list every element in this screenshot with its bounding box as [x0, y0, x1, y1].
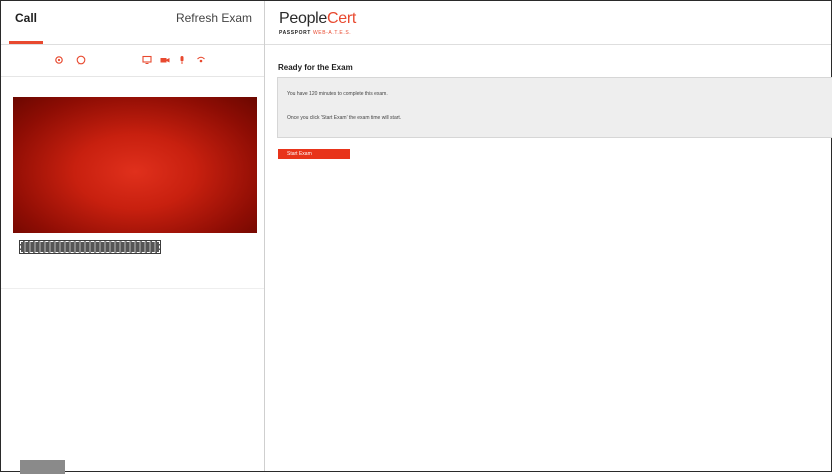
exam-info-box: You have 120 minutes to complete this ex… — [277, 77, 832, 138]
logo-part-cert: Cert — [327, 10, 357, 27]
tab-call[interactable]: Call — [15, 11, 37, 25]
logo-sub-webates: WEB-A.T.E.S. — [312, 30, 352, 36]
video-feed — [13, 97, 257, 233]
settings-icon[interactable] — [53, 54, 65, 66]
tab-refresh-exam[interactable]: Refresh Exam — [176, 11, 252, 25]
logo-sub-passport: PASSPORT — [279, 30, 311, 36]
camera-icon[interactable] — [159, 54, 171, 66]
microphone-icon[interactable] — [176, 54, 188, 66]
participant-name-tag — [19, 240, 161, 254]
exam-header: PeopleCert PASSPORT WEB-A.T.E.S. — [265, 1, 831, 45]
exam-title: Ready for the Exam — [278, 63, 353, 72]
call-tabs: Call Refresh Exam — [1, 1, 264, 45]
app-window: Call Refresh Exam PeopleCert PASSPORT WE… — [0, 0, 832, 474]
call-panel: Call Refresh Exam — [1, 1, 265, 474]
exam-start-notice: Once you click 'Start Exam' the exam tim… — [287, 115, 402, 121]
start-exam-button[interactable]: Start Exam — [278, 149, 350, 159]
peoplecert-logo: PeopleCert — [279, 10, 356, 28]
chat-icon[interactable] — [75, 54, 87, 66]
exam-duration-text: You have 120 minutes to complete this ex… — [287, 91, 388, 97]
call-toolbar — [1, 45, 264, 77]
exam-panel: PeopleCert PASSPORT WEB-A.T.E.S. Ready f… — [265, 1, 832, 471]
logo-part-people: People — [279, 10, 328, 27]
screen-share-icon[interactable] — [141, 54, 153, 66]
active-tab-indicator — [9, 41, 43, 44]
logo-subtitle: PASSPORT WEB-A.T.E.S. — [279, 30, 351, 36]
broadcast-icon[interactable] — [195, 54, 207, 66]
panel-divider — [1, 288, 264, 289]
